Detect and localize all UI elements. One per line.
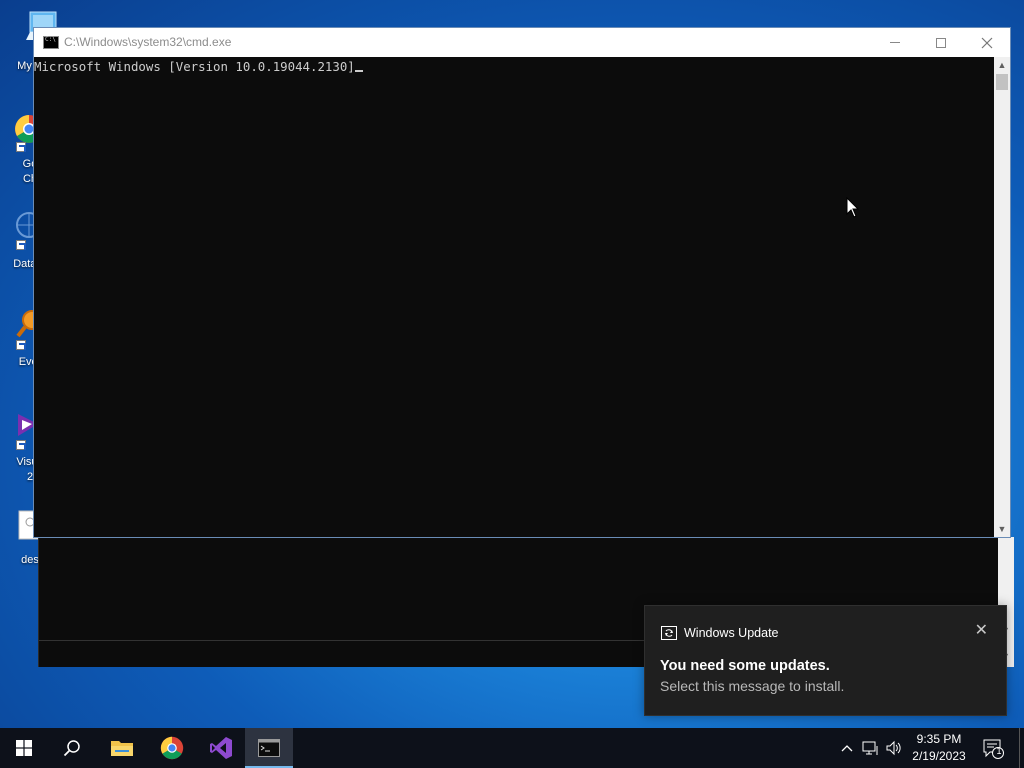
notification-count-badge: 1	[996, 746, 1002, 756]
close-icon	[981, 37, 993, 48]
notification-app-name: Windows Update	[684, 626, 779, 640]
cmd-icon	[258, 739, 280, 757]
notification-body: Select this message to install.	[660, 678, 845, 694]
maximize-icon	[936, 37, 946, 48]
volume-icon	[886, 740, 901, 756]
chrome-button[interactable]	[148, 728, 196, 768]
notification-heading: You need some updates.	[660, 658, 830, 674]
scrollbar-thumb[interactable]	[996, 74, 1008, 90]
chrome-icon	[160, 736, 184, 760]
visual-studio-icon	[210, 737, 232, 759]
mouse-pointer-icon	[846, 197, 860, 218]
cmd-icon	[43, 36, 59, 49]
show-hidden-icons-button[interactable]	[838, 728, 856, 768]
shortcut-arrow-icon	[16, 440, 26, 450]
notification-toast[interactable]: Windows Update ✕ You need some updates. …	[644, 605, 1007, 716]
shortcut-arrow-icon	[16, 142, 26, 152]
windows-logo-icon	[16, 740, 32, 756]
show-desktop-button[interactable]	[1019, 728, 1024, 768]
folder-icon	[111, 741, 133, 756]
search-icon	[63, 740, 80, 757]
network-icon	[862, 741, 878, 755]
minimize-button[interactable]	[872, 28, 918, 57]
title-bar[interactable]: C:\Windows\system32\cmd.exe	[34, 28, 1010, 57]
console-output[interactable]: Microsoft Windows [Version 10.0.19044.21…	[34, 57, 994, 537]
shortcut-arrow-icon	[16, 240, 26, 250]
minimize-icon	[890, 42, 900, 43]
clock-date: 2/19/2023	[912, 749, 966, 763]
clock-time: 9:35 PM	[916, 732, 962, 746]
action-center-button[interactable]: 1	[980, 728, 1006, 768]
start-button[interactable]	[0, 728, 48, 768]
console-line: Microsoft Windows [Version 10.0.19044.21…	[34, 59, 994, 75]
file-explorer-button[interactable]	[98, 728, 146, 768]
cmd-window[interactable]: C:\Windows\system32\cmd.exe Microsoft Wi…	[33, 27, 1011, 538]
visual-studio-button[interactable]	[197, 728, 245, 768]
scroll-down-icon[interactable]: ▼	[994, 521, 1010, 537]
close-icon[interactable]: ✕	[975, 622, 988, 640]
vertical-scrollbar[interactable]: ▲ ▼	[994, 57, 1010, 537]
close-button[interactable]	[964, 28, 1010, 57]
network-button[interactable]	[860, 728, 882, 768]
windows-update-icon	[661, 626, 677, 640]
search-button[interactable]	[48, 728, 96, 768]
chevron-up-icon	[841, 745, 853, 752]
shortcut-arrow-icon	[16, 340, 26, 350]
taskbar: 9:35 PM 2/19/2023 1	[0, 728, 1024, 768]
volume-button[interactable]	[884, 728, 904, 768]
window-title: C:\Windows\system32\cmd.exe	[64, 35, 232, 49]
console-line-text: Microsoft Windows [Version 10.0.19044.21…	[34, 59, 355, 74]
command-prompt-button[interactable]	[245, 728, 293, 768]
scroll-up-icon[interactable]: ▲	[994, 57, 1010, 73]
text-cursor	[354, 70, 363, 72]
maximize-button[interactable]	[918, 28, 964, 57]
clock[interactable]: 9:35 PM 2/19/2023	[906, 731, 972, 765]
